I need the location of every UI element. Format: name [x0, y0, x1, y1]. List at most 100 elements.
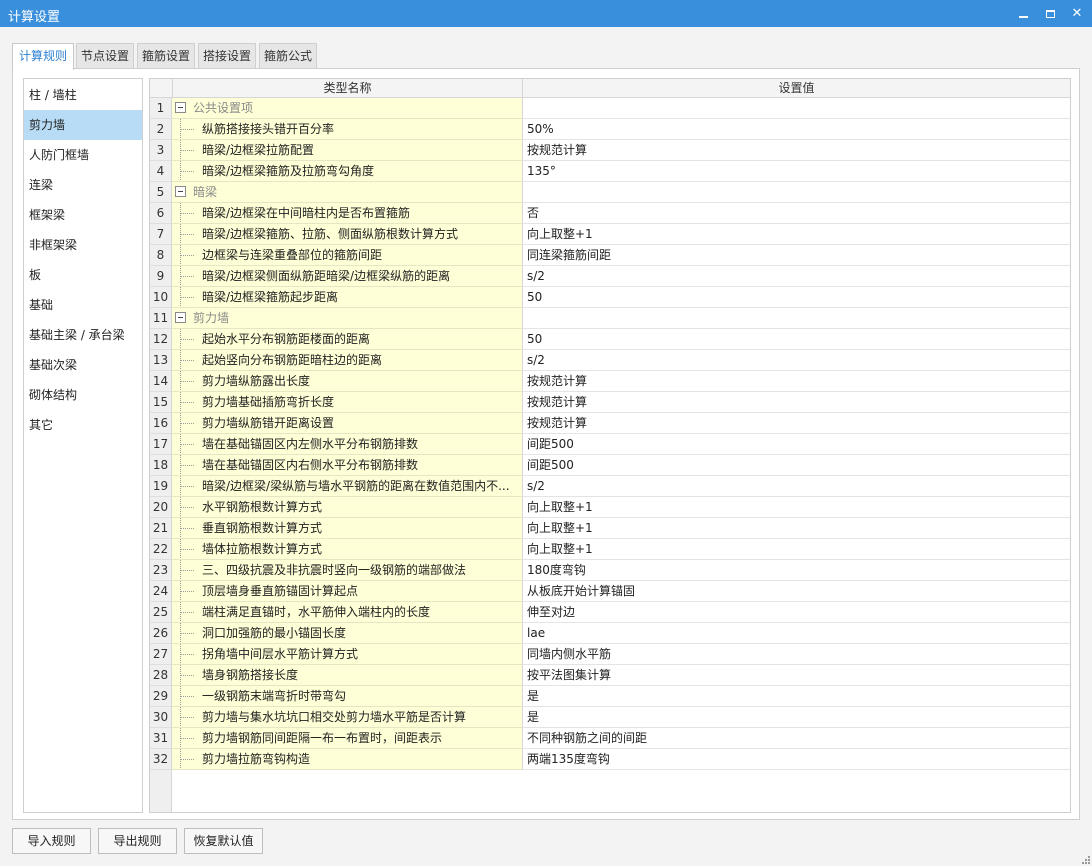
table-row[interactable]: 3 暗梁/边框梁拉筋配置 按规范计算 [150, 140, 1070, 161]
setting-value-cell[interactable]: 按规范计算 [523, 371, 1070, 392]
setting-value-cell[interactable]: 50 [523, 287, 1070, 308]
table-row[interactable]: 28 墙身钢筋搭接长度 按平法图集计算 [150, 665, 1070, 686]
type-name-cell[interactable]: 暗梁/边框梁拉筋配置 [172, 140, 523, 161]
table-row[interactable]: 29 一级钢筋末端弯折时带弯勾 是 [150, 686, 1070, 707]
group-row[interactable]: 11 剪力墙 [150, 308, 1070, 329]
type-name-cell[interactable]: 三、四级抗震及非抗震时竖向一级钢筋的端部做法 [172, 560, 523, 581]
type-name-cell[interactable]: 公共设置项 [172, 98, 523, 119]
close-button[interactable]: ✕ [1064, 0, 1090, 27]
export-rules-button[interactable]: 导出规则 [98, 828, 177, 854]
setting-value-cell[interactable]: 向上取整+1 [523, 224, 1070, 245]
setting-value-cell[interactable]: 按规范计算 [523, 413, 1070, 434]
setting-value-cell[interactable]: 向上取整+1 [523, 518, 1070, 539]
table-row[interactable]: 15 剪力墙基础插筋弯折长度 按规范计算 [150, 392, 1070, 413]
table-row[interactable]: 25 端柱满足直锚时，水平筋伸入端柱内的长度 伸至对边 [150, 602, 1070, 623]
tab-lap-settings[interactable]: 搭接设置 [198, 43, 256, 69]
group-row[interactable]: 5 暗梁 [150, 182, 1070, 203]
table-row[interactable]: 9 暗梁/边框梁侧面纵筋距暗梁/边框梁纵筋的距离 s/2 [150, 266, 1070, 287]
setting-value-cell[interactable]: 间距500 [523, 455, 1070, 476]
type-name-cell[interactable]: 暗梁/边框梁侧面纵筋距暗梁/边框梁纵筋的距离 [172, 266, 523, 287]
type-name-cell[interactable]: 暗梁/边框梁箍筋、拉筋、侧面纵筋根数计算方式 [172, 224, 523, 245]
type-name-cell[interactable]: 端柱满足直锚时，水平筋伸入端柱内的长度 [172, 602, 523, 623]
sidebar-item-foundation-main-beam[interactable]: 基础主梁 / 承台梁 [24, 320, 142, 350]
setting-value-cell[interactable]: 180度弯钩 [523, 560, 1070, 581]
setting-value-cell[interactable]: 是 [523, 707, 1070, 728]
table-row[interactable]: 20 水平钢筋根数计算方式 向上取整+1 [150, 497, 1070, 518]
setting-value-cell[interactable]: 50% [523, 119, 1070, 140]
sidebar-item-foundation[interactable]: 基础 [24, 290, 142, 320]
type-name-cell[interactable]: 暗梁/边框梁/梁纵筋与墙水平钢筋的距离在数值范围内不... [172, 476, 523, 497]
collapse-icon[interactable] [175, 312, 186, 323]
header-type-name[interactable]: 类型名称 [172, 79, 523, 98]
table-row[interactable]: 17 墙在基础锚固区内左侧水平分布钢筋排数 间距500 [150, 434, 1070, 455]
type-name-cell[interactable]: 一级钢筋末端弯折时带弯勾 [172, 686, 523, 707]
setting-value-cell[interactable]: 是 [523, 686, 1070, 707]
sidebar-item-other[interactable]: 其它 [24, 410, 142, 440]
setting-value-cell[interactable]: lae [523, 623, 1070, 644]
sidebar-item-non-frame-beam[interactable]: 非框架梁 [24, 230, 142, 260]
table-row[interactable]: 16 剪力墙纵筋错开距离设置 按规范计算 [150, 413, 1070, 434]
setting-value-cell[interactable]: 50 [523, 329, 1070, 350]
setting-value-cell[interactable]: 按平法图集计算 [523, 665, 1070, 686]
table-row[interactable]: 32 剪力墙拉筋弯钩构造 两端135度弯钩 [150, 749, 1070, 770]
setting-value-cell[interactable]: 向上取整+1 [523, 539, 1070, 560]
type-name-cell[interactable]: 顶层墙身垂直筋锚固计算起点 [172, 581, 523, 602]
setting-value-cell[interactable]: s/2 [523, 266, 1070, 287]
type-name-cell[interactable]: 剪力墙与集水坑坑口相交处剪力墙水平筋是否计算 [172, 707, 523, 728]
maximize-button[interactable] [1037, 0, 1063, 27]
resize-grip-icon[interactable] [1080, 854, 1090, 864]
table-row[interactable]: 24 顶层墙身垂直筋锚固计算起点 从板底开始计算锚固 [150, 581, 1070, 602]
table-row[interactable]: 10 暗梁/边框梁箍筋起步距离 50 [150, 287, 1070, 308]
type-name-cell[interactable]: 暗梁/边框梁箍筋起步距离 [172, 287, 523, 308]
type-name-cell[interactable]: 起始竖向分布钢筋距暗柱边的距离 [172, 350, 523, 371]
type-name-cell[interactable]: 剪力墙拉筋弯钩构造 [172, 749, 523, 770]
type-name-cell[interactable]: 剪力墙纵筋错开距离设置 [172, 413, 523, 434]
type-name-cell[interactable]: 拐角墙中间层水平筋计算方式 [172, 644, 523, 665]
setting-value-cell[interactable]: 不同种钢筋之间的间距 [523, 728, 1070, 749]
collapse-icon[interactable] [175, 102, 186, 113]
type-name-cell[interactable]: 暗梁 [172, 182, 523, 203]
table-row[interactable]: 7 暗梁/边框梁箍筋、拉筋、侧面纵筋根数计算方式 向上取整+1 [150, 224, 1070, 245]
setting-value-cell[interactable]: 按规范计算 [523, 392, 1070, 413]
type-name-cell[interactable]: 暗梁/边框梁箍筋及拉筋弯勾角度 [172, 161, 523, 182]
type-name-cell[interactable]: 暗梁/边框梁在中间暗柱内是否布置箍筋 [172, 203, 523, 224]
table-row[interactable]: 14 剪力墙纵筋露出长度 按规范计算 [150, 371, 1070, 392]
type-name-cell[interactable]: 剪力墙基础插筋弯折长度 [172, 392, 523, 413]
table-row[interactable]: 8 边框梁与连梁重叠部位的箍筋间距 同连梁箍筋间距 [150, 245, 1070, 266]
sidebar-item-shear-wall[interactable]: 剪力墙 [24, 110, 142, 140]
setting-value-cell[interactable]: 伸至对边 [523, 602, 1070, 623]
type-name-cell[interactable]: 墙体拉筋根数计算方式 [172, 539, 523, 560]
setting-value-cell[interactable]: 从板底开始计算锚固 [523, 581, 1070, 602]
table-row[interactable]: 18 墙在基础锚固区内右侧水平分布钢筋排数 间距500 [150, 455, 1070, 476]
header-setting-value[interactable]: 设置值 [523, 79, 1070, 98]
tab-stirrup-formula[interactable]: 箍筋公式 [259, 43, 317, 69]
type-name-cell[interactable]: 剪力墙纵筋露出长度 [172, 371, 523, 392]
collapse-icon[interactable] [175, 186, 186, 197]
table-row[interactable]: 12 起始水平分布钢筋距楼面的距离 50 [150, 329, 1070, 350]
sidebar-item-frame-beam[interactable]: 框架梁 [24, 200, 142, 230]
type-name-cell[interactable]: 垂直钢筋根数计算方式 [172, 518, 523, 539]
tab-stirrup-settings[interactable]: 箍筋设置 [137, 43, 195, 69]
table-row[interactable]: 4 暗梁/边框梁箍筋及拉筋弯勾角度 135° [150, 161, 1070, 182]
type-name-cell[interactable]: 墙在基础锚固区内左侧水平分布钢筋排数 [172, 434, 523, 455]
minimize-button[interactable] [1010, 0, 1036, 27]
type-name-cell[interactable]: 墙身钢筋搭接长度 [172, 665, 523, 686]
type-name-cell[interactable]: 剪力墙钢筋同间距隔一布一布置时，间距表示 [172, 728, 523, 749]
table-row[interactable]: 13 起始竖向分布钢筋距暗柱边的距离 s/2 [150, 350, 1070, 371]
type-name-cell[interactable]: 起始水平分布钢筋距楼面的距离 [172, 329, 523, 350]
sidebar-item-column-wall-column[interactable]: 柱 / 墙柱 [24, 80, 142, 110]
setting-value-cell[interactable]: 否 [523, 203, 1070, 224]
table-row[interactable]: 22 墙体拉筋根数计算方式 向上取整+1 [150, 539, 1070, 560]
setting-value-cell[interactable]: 135° [523, 161, 1070, 182]
type-name-cell[interactable]: 边框梁与连梁重叠部位的箍筋间距 [172, 245, 523, 266]
sidebar-item-slab[interactable]: 板 [24, 260, 142, 290]
setting-value-cell[interactable]: 向上取整+1 [523, 497, 1070, 518]
setting-value-cell[interactable] [523, 98, 1070, 119]
setting-value-cell[interactable]: 同连梁箍筋间距 [523, 245, 1070, 266]
setting-value-cell[interactable]: 间距500 [523, 434, 1070, 455]
setting-value-cell[interactable]: 按规范计算 [523, 140, 1070, 161]
table-row[interactable]: 27 拐角墙中间层水平筋计算方式 同墙内侧水平筋 [150, 644, 1070, 665]
table-row[interactable]: 6 暗梁/边框梁在中间暗柱内是否布置箍筋 否 [150, 203, 1070, 224]
sidebar-item-civil-defense-door-wall[interactable]: 人防门框墙 [24, 140, 142, 170]
setting-value-cell[interactable] [523, 182, 1070, 203]
